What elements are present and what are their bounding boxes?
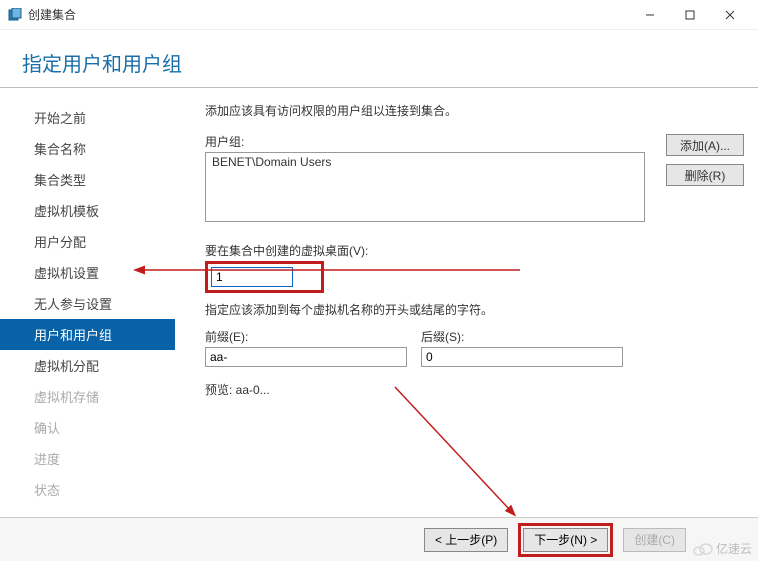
footer: < 上一步(P) 下一步(N) > 创建(C) 取消 [0,517,758,561]
main-area: 开始之前 集合名称 集合类型 虚拟机模板 用户分配 虚拟机设置 无人参与设置 用… [0,96,758,511]
name-hint: 指定应该添加到每个虚拟机名称的开头或结尾的字符。 [205,301,744,318]
wizard-sidebar: 开始之前 集合名称 集合类型 虚拟机模板 用户分配 虚拟机设置 无人参与设置 用… [0,96,175,511]
sidebar-item-start[interactable]: 开始之前 [0,102,175,133]
close-button[interactable] [710,0,750,30]
sidebar-item-vm-settings[interactable]: 虚拟机设置 [0,257,175,288]
virtual-desktop-highlight [205,261,324,293]
virtual-desktop-label: 要在集合中创建的虚拟桌面(V): [205,242,744,259]
suffix-column: 后缀(S): [421,328,623,367]
window-controls [630,0,750,30]
description-text: 添加应该具有访问权限的用户组以连接到集合。 [205,102,744,119]
previous-button[interactable]: < 上一步(P) [424,528,508,552]
prefix-input[interactable] [205,347,407,367]
sidebar-item-template[interactable]: 虚拟机模板 [0,195,175,226]
usergroup-item[interactable]: BENET\Domain Users [206,153,644,171]
sidebar-item-status: 状态 [0,474,175,505]
content-panel: 添加应该具有访问权限的用户组以连接到集合。 用户组: BENET\Domain … [175,96,758,511]
sidebar-item-vm-storage: 虚拟机存储 [0,381,175,412]
minimize-button[interactable] [630,0,670,30]
suffix-label: 后缀(S): [421,328,623,345]
sidebar-item-user-assign[interactable]: 用户分配 [0,226,175,257]
create-button: 创建(C) [623,528,686,552]
preview-text: 预览: aa-0... [205,381,744,398]
usergroup-buttons: 添加(A)... 删除(R) [666,134,744,194]
titlebar: 创建集合 [0,0,758,30]
next-button-highlight: 下一步(N) > [518,523,613,557]
usergroup-listbox[interactable]: BENET\Domain Users [205,152,645,222]
usergroup-label: 用户组: [205,133,744,150]
prefix-label: 前缀(E): [205,328,407,345]
virtual-desktop-input[interactable] [211,267,293,287]
prefix-column: 前缀(E): [205,328,407,367]
divider [0,87,758,88]
sidebar-item-confirm: 确认 [0,412,175,443]
next-button[interactable]: 下一步(N) > [523,528,608,552]
affix-row: 前缀(E): 后缀(S): [205,328,744,367]
sidebar-item-unattended[interactable]: 无人参与设置 [0,288,175,319]
page-heading: 指定用户和用户组 [0,30,758,87]
maximize-button[interactable] [670,0,710,30]
watermark: 亿速云 [693,540,752,557]
sidebar-item-name[interactable]: 集合名称 [0,133,175,164]
app-icon [8,8,22,22]
sidebar-item-vm-assign[interactable]: 虚拟机分配 [0,350,175,381]
suffix-input[interactable] [421,347,623,367]
add-button[interactable]: 添加(A)... [666,134,744,156]
sidebar-item-users-groups[interactable]: 用户和用户组 [0,319,175,350]
watermark-text: 亿速云 [716,540,752,557]
remove-button[interactable]: 删除(R) [666,164,744,186]
sidebar-item-progress: 进度 [0,443,175,474]
window-title: 创建集合 [28,6,630,23]
sidebar-item-type[interactable]: 集合类型 [0,164,175,195]
